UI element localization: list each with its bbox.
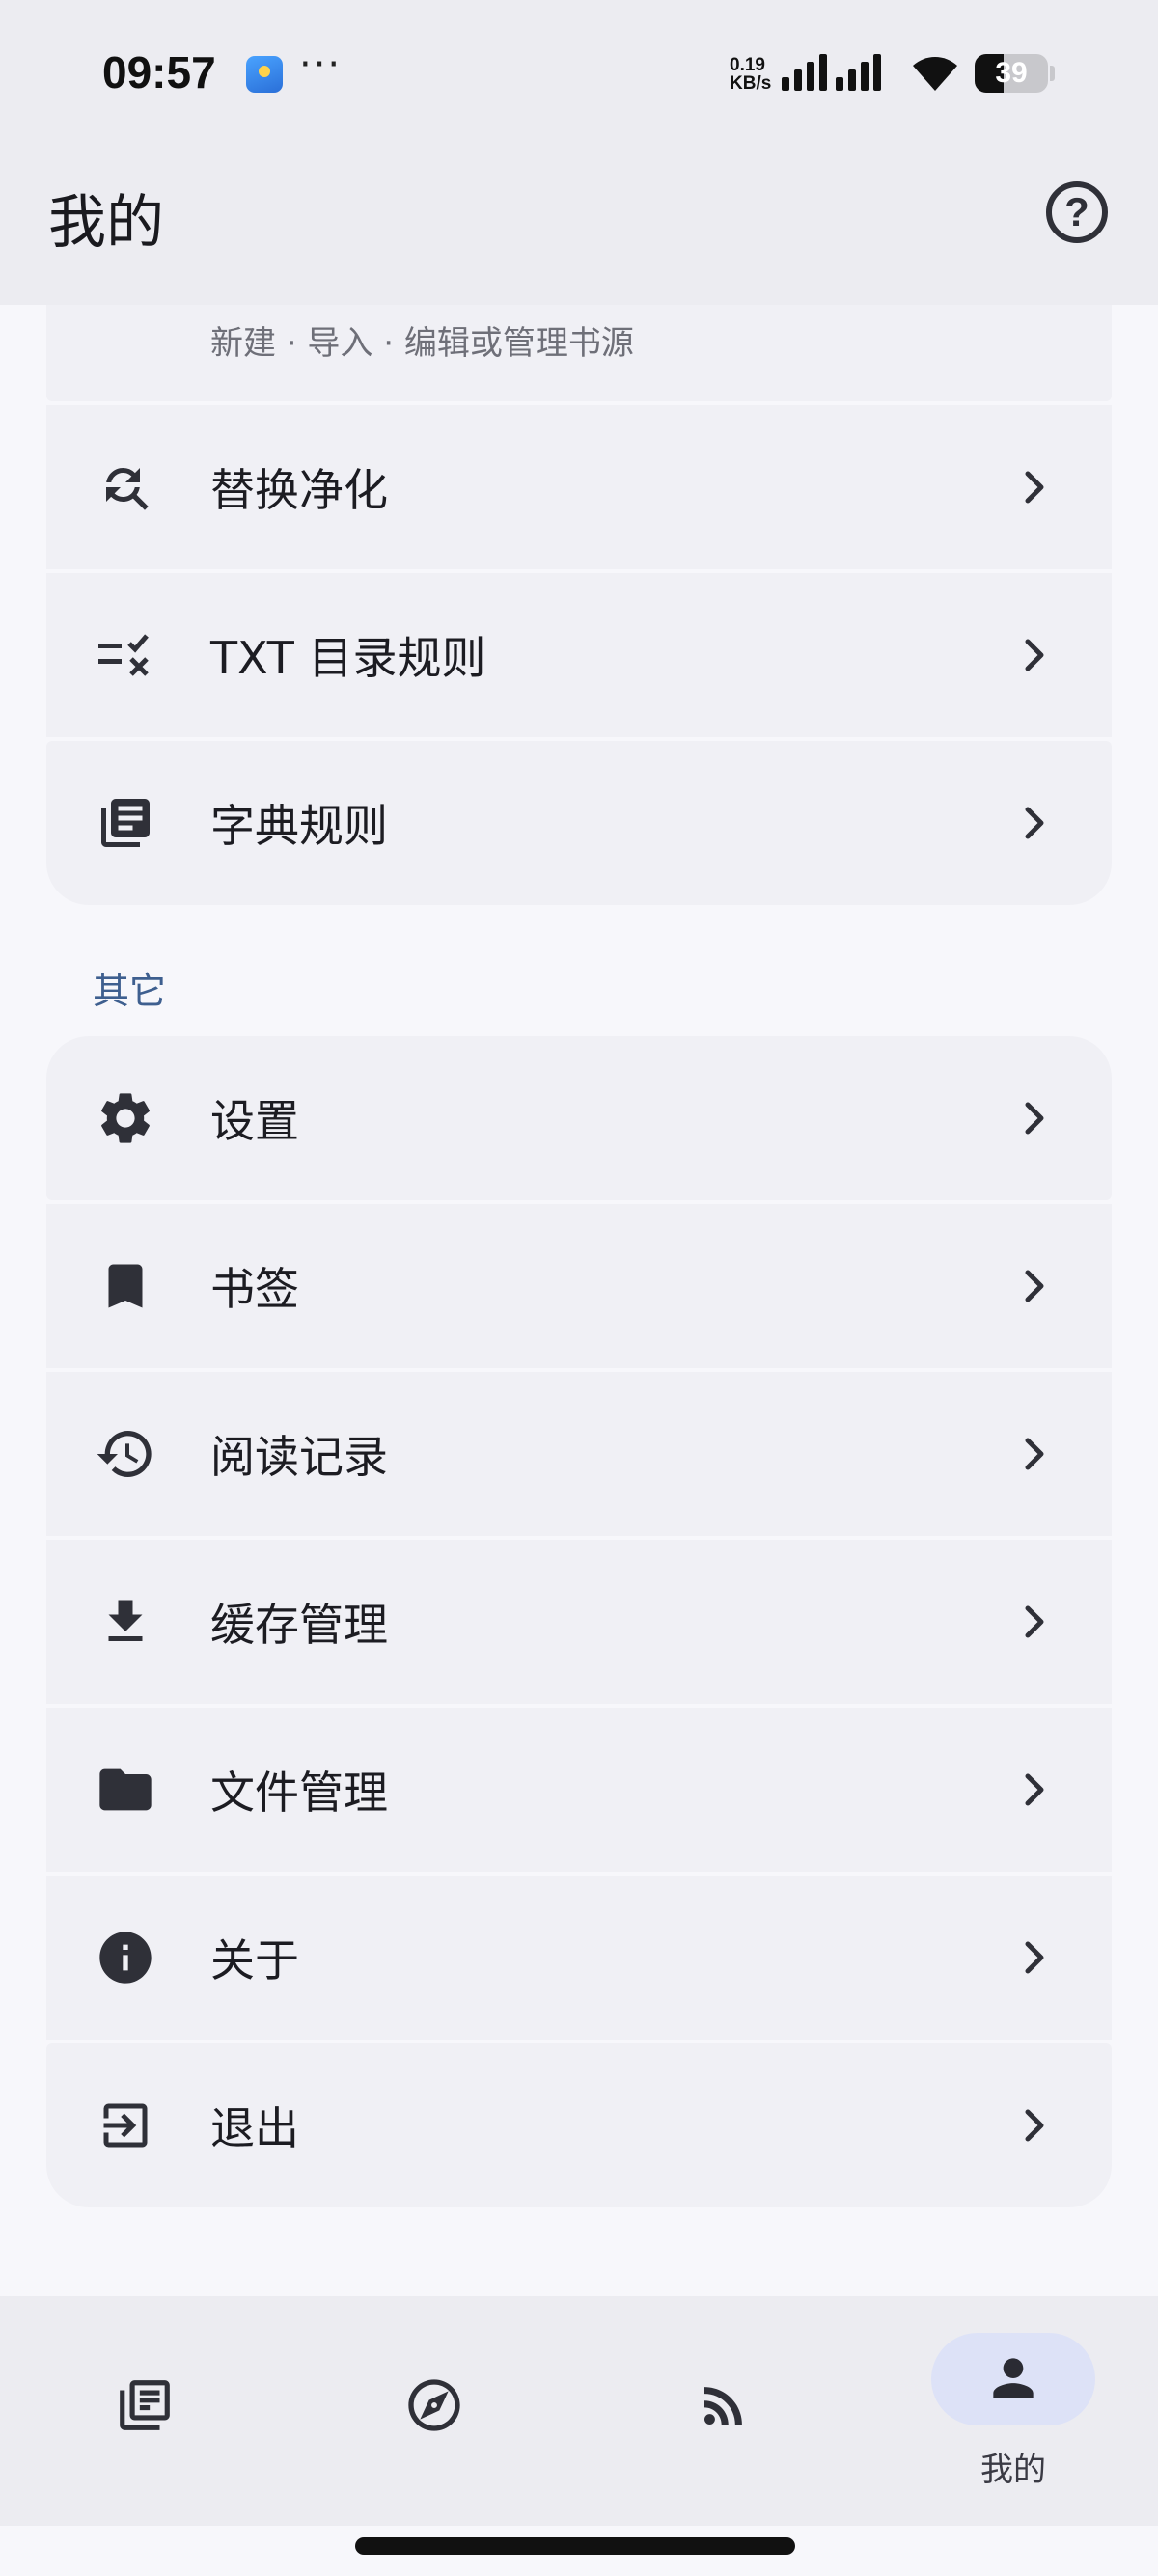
cellular-signal-2-icon <box>836 52 881 91</box>
help-circle-icon[interactable]: ? <box>1046 181 1108 243</box>
battery-icon: 39 <box>975 54 1048 93</box>
network-speed: 0.19 KB/s <box>730 56 778 93</box>
nav-rss[interactable] <box>579 2296 868 2526</box>
chevron-right-icon <box>1015 1938 1054 1977</box>
gesture-handle[interactable] <box>355 2537 795 2555</box>
rss-icon <box>690 2371 758 2439</box>
txt-toc-rule-item[interactable]: TXT 目录规则 <box>46 573 1112 737</box>
top-bar: 09:57 ··· 0.19 KB/s 39 我的 ? <box>0 0 1158 305</box>
battery-tip <box>1050 66 1055 81</box>
about-item[interactable]: 关于 <box>46 1876 1112 2040</box>
reading-history-label: 阅读记录 <box>210 1431 388 1483</box>
dictionary-icon <box>95 792 156 854</box>
wifi-icon <box>909 54 961 96</box>
person-icon <box>979 2344 1047 2412</box>
replace-purify-item[interactable]: 替换净化 <box>46 405 1112 569</box>
bookshelf-icon <box>111 2371 179 2439</box>
settings-item[interactable]: 设置 <box>46 1036 1112 1200</box>
nav-bookshelf[interactable] <box>0 2296 290 2526</box>
book-source-subtitle: 新建 · 导入 · 编辑或管理书源 <box>210 324 634 363</box>
status-bar: 09:57 ··· 0.19 KB/s 39 <box>0 0 1158 145</box>
cache-management-item[interactable]: 缓存管理 <box>46 1540 1112 1704</box>
cellular-signal-icon <box>782 52 827 91</box>
chevron-right-icon <box>1015 1770 1054 1809</box>
info-icon <box>95 1927 156 1988</box>
nav-discover[interactable] <box>290 2296 579 2526</box>
battery-level: 39 <box>995 57 1028 89</box>
nav-mine[interactable]: 我的 <box>868 2296 1158 2526</box>
chevron-right-icon <box>1015 1267 1054 1305</box>
about-label: 关于 <box>210 1934 299 1987</box>
bookmark-item[interactable]: 书签 <box>46 1204 1112 1368</box>
exit-icon <box>95 2095 156 2156</box>
chevron-right-icon <box>1015 1603 1054 1641</box>
status-time: 09:57 <box>102 47 216 97</box>
chevron-right-icon <box>1015 468 1054 507</box>
bookmark-icon <box>95 1255 156 1317</box>
more-notifications-icon: ··· <box>299 42 343 87</box>
exit-label: 退出 <box>210 2102 299 2154</box>
replace-purify-label: 替换净化 <box>210 464 388 516</box>
chevron-right-icon <box>1015 2106 1054 2145</box>
bottom-navigation: 我的 <box>0 2296 1158 2526</box>
network-speed-unit: KB/s <box>730 73 772 94</box>
other-group: 设置 书签 阅读记录 缓存管理 文件管理 关于 退出 <box>46 1036 1112 2211</box>
chevron-right-icon <box>1015 804 1054 842</box>
reading-history-item[interactable]: 阅读记录 <box>46 1372 1112 1536</box>
dictionary-rule-item[interactable]: 字典规则 <box>46 741 1112 905</box>
rules-group: 替换净化 TXT 目录规则 字典规则 <box>46 405 1112 909</box>
settings-label: 设置 <box>210 1095 299 1147</box>
dictionary-rule-label: 字典规则 <box>210 800 388 852</box>
file-management-label: 文件管理 <box>210 1767 388 1819</box>
chevron-right-icon <box>1015 636 1054 674</box>
history-icon <box>95 1423 156 1485</box>
txt-toc-rule-label: TXT 目录规则 <box>210 632 486 684</box>
find-replace-icon <box>95 456 156 518</box>
nav-mine-label: 我的 <box>980 2451 1046 2489</box>
section-header-other: 其它 <box>93 970 167 1012</box>
gear-icon <box>95 1087 156 1149</box>
chevron-right-icon <box>1015 1099 1054 1137</box>
folder-icon <box>95 1759 156 1821</box>
bookmark-label: 书签 <box>210 1263 299 1315</box>
toc-rule-icon <box>95 624 156 686</box>
download-icon <box>95 1591 156 1653</box>
exit-item[interactable]: 退出 <box>46 2043 1112 2207</box>
compass-icon <box>400 2371 468 2439</box>
cache-management-label: 缓存管理 <box>210 1599 388 1651</box>
chevron-right-icon <box>1015 1435 1054 1473</box>
file-management-item[interactable]: 文件管理 <box>46 1708 1112 1872</box>
gallery-notification-icon <box>246 56 283 93</box>
network-speed-value: 0.19 <box>730 55 765 75</box>
page-title: 我的 <box>48 189 164 257</box>
